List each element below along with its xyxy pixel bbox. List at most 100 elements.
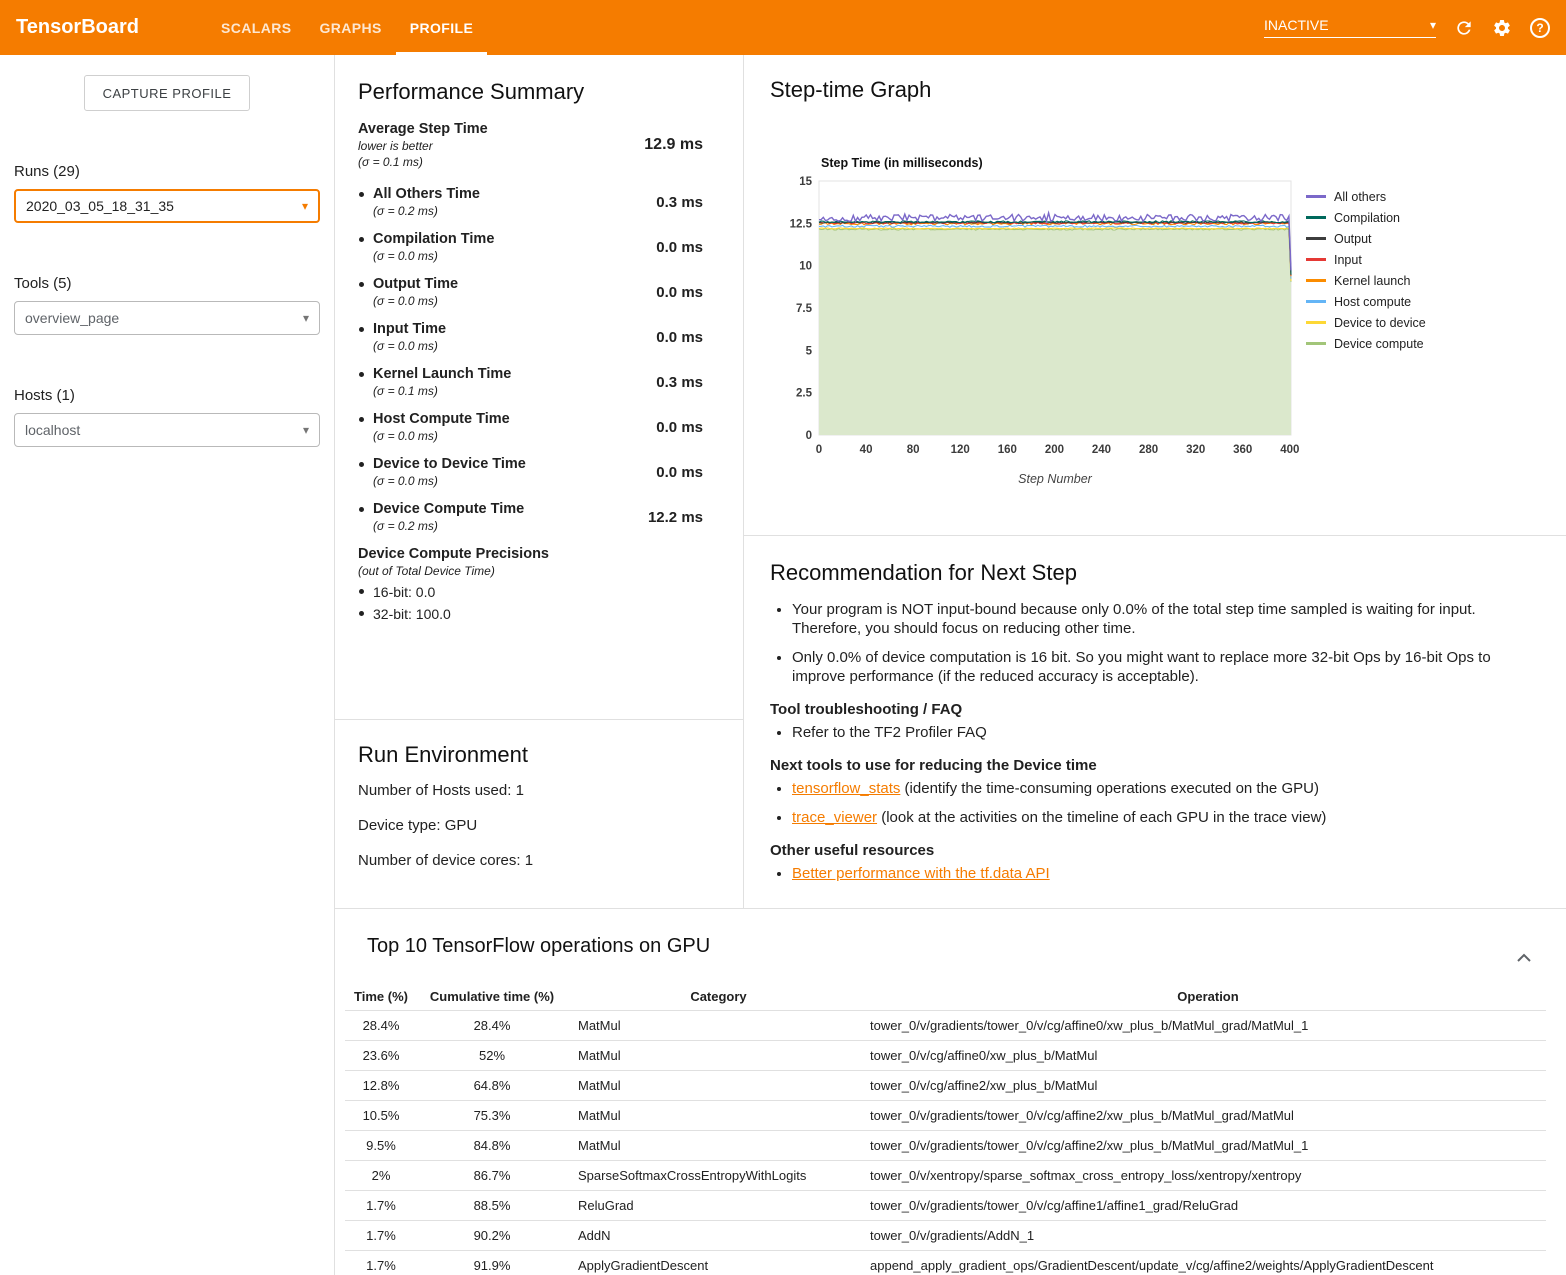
x-tick-label: 240 — [1092, 444, 1111, 456]
cell-category: MatMul — [567, 1101, 870, 1131]
capture-profile-button[interactable]: CAPTURE PROFILE — [84, 75, 250, 111]
metric-item: Host Compute Time (σ = 0.0 ms) 0.0 ms — [358, 411, 703, 443]
runs-dropdown[interactable]: 2020_03_05_18_31_35 ▾ — [14, 189, 320, 223]
cell-cumulative: 86.7% — [417, 1161, 567, 1191]
metric-item: Device Compute Time (σ = 0.2 ms) 12.2 ms — [358, 501, 703, 533]
metric-sigma: (σ = 0.0 ms) — [373, 249, 656, 263]
status-dropdown[interactable]: INACTIVE ▾ — [1264, 17, 1436, 38]
precisions-list: 16-bit: 0.0 32-bit: 100.0 — [358, 584, 703, 622]
legend-swatch-icon — [1306, 237, 1326, 240]
metric-item: Compilation Time (σ = 0.0 ms) 0.0 ms — [358, 231, 703, 263]
run-environment-section: Run Environment Number of Hosts used: 1 … — [335, 720, 743, 887]
legend-label: Output — [1334, 232, 1372, 246]
x-tick-label: 80 — [907, 444, 920, 456]
table-row: 23.6% 52% MatMul tower_0/v/cg/affine0/xw… — [345, 1041, 1546, 1071]
y-tick-label: 15 — [799, 176, 812, 188]
perf-divider — [335, 719, 743, 720]
metric-label: Device to Device Time — [373, 456, 656, 472]
legend-swatch-icon — [1306, 216, 1326, 219]
bullet-icon — [359, 192, 364, 197]
x-tick-label: 160 — [998, 444, 1017, 456]
metric-value: 0.0 ms — [656, 239, 703, 256]
chart-legend: All others Compilation Output Input — [1306, 190, 1426, 358]
hosts-dropdown[interactable]: localhost ▾ — [14, 413, 320, 447]
legend-swatch-icon — [1306, 279, 1326, 282]
topbar-controls: INACTIVE ▾ ? — [1264, 17, 1566, 38]
x-tick-label: 40 — [860, 444, 873, 456]
x-tick-label: 360 — [1233, 444, 1252, 456]
metric-label: Compilation Time — [373, 231, 656, 247]
metric-list: All Others Time (σ = 0.2 ms) 0.3 ms Comp… — [358, 186, 703, 533]
cell-cumulative: 64.8% — [417, 1071, 567, 1101]
next-tools-bullets: tensorflow_stats (identify the time-cons… — [770, 779, 1534, 827]
cell-time: 28.4% — [345, 1011, 417, 1041]
table-header-row: Time (%) Cumulative time (%) Category Op… — [345, 982, 1546, 1011]
faq-heading: Tool troubleshooting / FAQ — [770, 701, 1534, 718]
refresh-icon[interactable] — [1454, 18, 1474, 38]
x-tick-label: 280 — [1139, 444, 1158, 456]
x-tick-label: 200 — [1045, 444, 1064, 456]
x-tick-label: 120 — [951, 444, 970, 456]
step-time-chart: 02.557.51012.515040801201602002402803203… — [771, 173, 1301, 493]
chart-title: Step Time (in milliseconds) — [821, 156, 983, 170]
legend-label: Input — [1334, 253, 1362, 267]
device-compute-area — [819, 228, 1291, 435]
step-time-graph-section: Step-time Graph Step Time (in millisecon… — [744, 55, 1566, 535]
metric-value: 0.0 ms — [656, 284, 703, 301]
tool-link[interactable]: trace_viewer — [792, 809, 877, 826]
legend-label: Host compute — [1334, 295, 1411, 309]
metric-sigma: (σ = 0.0 ms) — [373, 339, 656, 353]
metric-sigma: (σ = 0.0 ms) — [373, 474, 656, 488]
legend-swatch-icon — [1306, 321, 1326, 324]
cell-category: ReluGrad — [567, 1191, 870, 1221]
top-ops-title: Top 10 TensorFlow operations on GPU — [367, 935, 1566, 958]
legend-label: Kernel launch — [1334, 274, 1410, 288]
cell-time: 12.8% — [345, 1071, 417, 1101]
performance-summary-title: Performance Summary — [358, 79, 703, 105]
run-environment-list: Number of Hosts used: 1 Device type: GPU… — [358, 782, 720, 869]
average-step-time-sigma: (σ = 0.1 ms) — [358, 155, 644, 169]
tool-link[interactable]: tensorflow_stats — [792, 780, 900, 797]
resources-bullets: Better performance with the tf.data API — [770, 864, 1534, 883]
help-icon[interactable]: ? — [1530, 18, 1550, 38]
legend-item: Host compute — [1306, 295, 1426, 308]
col-header-category: Category — [567, 982, 870, 1011]
gear-icon[interactable] — [1492, 18, 1512, 38]
recommendation-section: Recommendation for Next Step Your progra… — [744, 536, 1566, 893]
x-tick-label: 400 — [1280, 444, 1299, 456]
cell-time: 1.7% — [345, 1191, 417, 1221]
nav-tab[interactable]: PROFILE — [396, 0, 487, 55]
cell-time: 10.5% — [345, 1101, 417, 1131]
column-divider — [743, 55, 744, 908]
collapse-chevron-icon[interactable] — [1512, 945, 1536, 969]
metric-label: All Others Time — [373, 186, 656, 202]
bullet-icon — [359, 327, 364, 332]
run-environment-line: Number of device cores: 1 — [358, 852, 720, 869]
x-tick-label: 320 — [1186, 444, 1205, 456]
bullet-icon — [359, 611, 364, 616]
legend-item: Compilation — [1306, 211, 1426, 224]
cell-time: 2% — [345, 1161, 417, 1191]
precision-item: 16-bit: 0.0 — [358, 584, 703, 600]
table-row: 1.7% 91.9% ApplyGradientDescent append_a… — [345, 1251, 1546, 1275]
table-row: 2% 86.7% SparseSoftmaxCrossEntropyWithLo… — [345, 1161, 1546, 1191]
nav-tab[interactable]: GRAPHS — [305, 0, 395, 55]
nav-tab[interactable]: SCALARS — [207, 0, 305, 55]
metric-label: Kernel Launch Time — [373, 366, 656, 382]
y-tick-label: 10 — [799, 261, 812, 273]
chevron-down-icon: ▾ — [302, 200, 308, 212]
average-step-time-value: 12.9 ms — [644, 136, 703, 154]
bullet-icon — [359, 462, 364, 467]
cell-category: ApplyGradientDescent — [567, 1251, 870, 1275]
cell-operation: append_apply_gradient_ops/GradientDescen… — [870, 1251, 1546, 1275]
tools-dropdown[interactable]: overview_page ▾ — [14, 301, 320, 335]
cell-cumulative: 84.8% — [417, 1131, 567, 1161]
resource-link[interactable]: Better performance with the tf.data API — [792, 865, 1050, 882]
top-ops-section: Top 10 TensorFlow operations on GPU Time… — [336, 909, 1566, 1275]
metric-label: Output Time — [373, 276, 656, 292]
recommendation-bullet: Your program is NOT input-bound because … — [792, 600, 1534, 638]
cell-time: 1.7% — [345, 1221, 417, 1251]
tool-link-bullet: trace_viewer (look at the activities on … — [792, 808, 1534, 827]
recommendation-bullets: Your program is NOT input-bound because … — [770, 600, 1534, 686]
x-tick-label: 0 — [816, 444, 822, 456]
